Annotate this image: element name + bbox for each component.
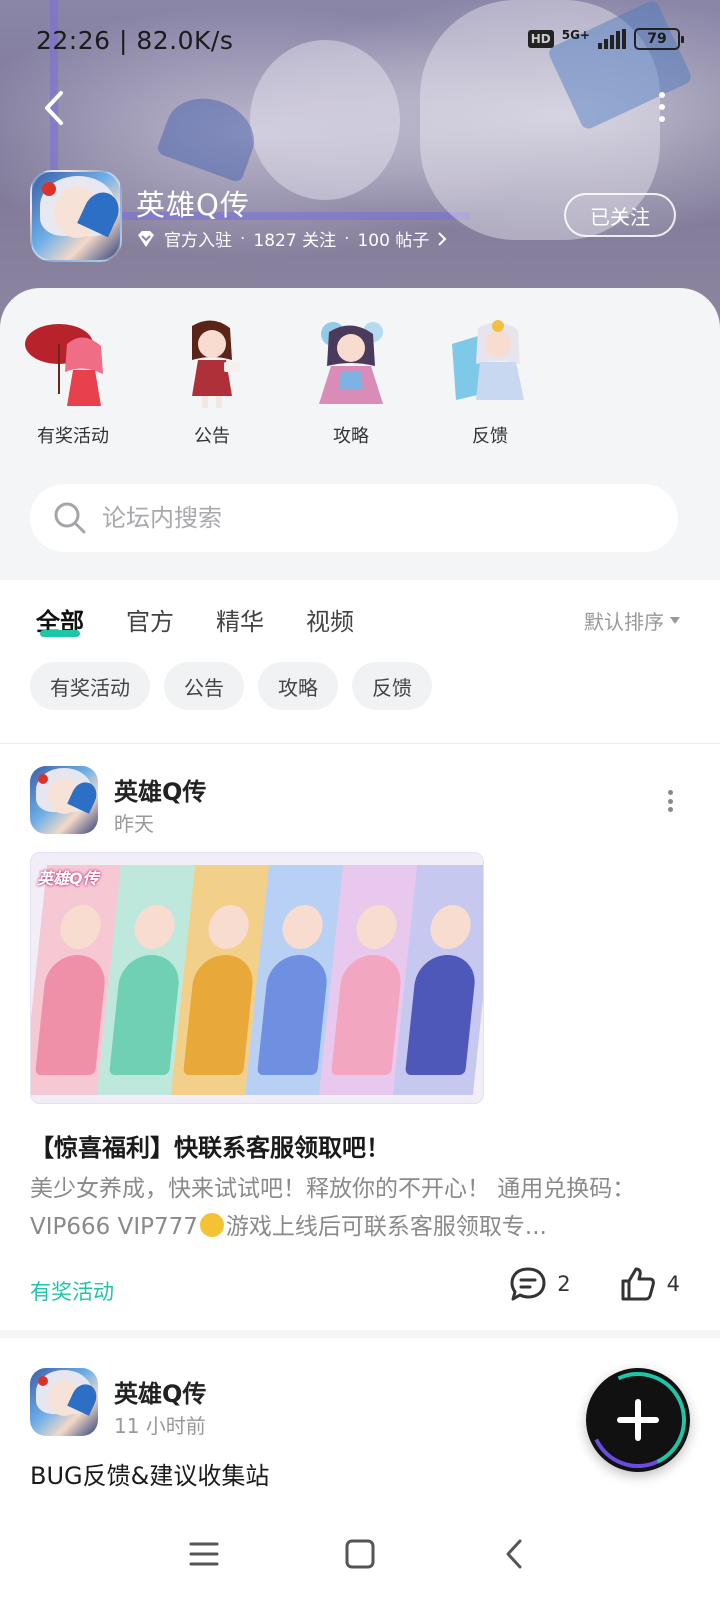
post-title[interactable]: 【惊喜福利】快联系客服领取吧！ <box>30 1128 390 1163</box>
rewards-character-icon <box>25 314 121 410</box>
post-avatar[interactable] <box>30 766 98 834</box>
chip-announcements[interactable]: 公告 <box>164 662 244 710</box>
home-square-icon <box>345 1539 375 1569</box>
quick-link-label: 有奖活动 <box>37 426 109 447</box>
verified-label: 官方入驻 <box>164 231 232 251</box>
menu-button[interactable] <box>184 1534 224 1574</box>
quick-link-guides[interactable]: 攻略 <box>296 314 406 448</box>
post-author[interactable]: 英雄Q传 <box>114 1374 206 1409</box>
post-more-button[interactable] <box>665 790 675 812</box>
post-time: 昨天 <box>114 812 154 836</box>
thumbs-up-icon <box>621 1267 655 1301</box>
verified-icon <box>138 230 154 247</box>
caret-down-icon <box>670 617 680 624</box>
network-label: 5G+ <box>561 28 590 42</box>
post-excerpt-text: 游戏上线后可联系客服领取专... <box>225 1214 547 1240</box>
quick-link-rewards[interactable]: 有奖活动 <box>18 314 128 448</box>
meta-separator: · <box>240 228 246 249</box>
chevron-left-icon <box>506 1539 522 1569</box>
game-meta[interactable]: 官方入驻 · 1827 关注 · 100 帖子 <box>136 226 447 251</box>
create-post-button[interactable] <box>586 1368 690 1472</box>
quick-link-announcements[interactable]: 公告 <box>157 314 267 448</box>
follow-button[interactable]: 已关注 <box>564 193 676 237</box>
comment-icon <box>510 1267 546 1301</box>
post-excerpt[interactable]: 美少女养成，快来试试吧！释放你的不开心！ 通用兑换码： VIP666 VIP77… <box>30 1170 680 1246</box>
chip-guides[interactable]: 攻略 <box>258 662 338 710</box>
post-stats: 2 4 <box>509 1266 680 1302</box>
chip-feedback[interactable]: 反馈 <box>352 662 432 710</box>
emoji-icon <box>199 1213 224 1237</box>
like-button[interactable]: 4 <box>619 1266 680 1302</box>
game-name: 英雄Q传 <box>136 188 250 222</box>
header-banner: 22:26 | 82.0K/s HD 5G+ 79 英雄Q传 官方入驻 · 18… <box>0 0 720 330</box>
search-bar[interactable] <box>30 484 678 552</box>
sort-dropdown[interactable]: 默认排序 <box>584 606 680 635</box>
followers-count: 1827 关注 <box>253 231 337 251</box>
post-image[interactable]: 英雄Q传 <box>30 852 484 1104</box>
battery-icon: 79 <box>634 28 684 50</box>
system-nav-bar <box>0 1500 720 1600</box>
system-back-button[interactable] <box>494 1534 534 1574</box>
tab-video[interactable]: 视频 <box>306 602 354 637</box>
quick-links-panel: 有奖活动 公告 攻略 反馈 论坛内搜索 <box>0 288 720 580</box>
announcements-character-icon <box>164 314 260 410</box>
quick-link-label: 攻略 <box>333 426 369 447</box>
search-icon <box>54 502 86 534</box>
home-button[interactable] <box>340 1534 380 1574</box>
quick-link-label: 公告 <box>194 426 230 447</box>
comment-button[interactable]: 2 <box>509 1266 571 1302</box>
meta-separator: · <box>344 228 350 249</box>
guides-character-icon <box>303 314 399 410</box>
post-avatar[interactable] <box>30 1368 98 1436</box>
signal-icon <box>598 29 626 49</box>
sort-label: 默认排序 <box>584 610 664 634</box>
content-tabs: 全部 官方 精华 视频 默认排序 <box>0 580 720 650</box>
tab-featured[interactable]: 精华 <box>216 602 264 637</box>
status-bar: 22:26 | 82.0K/s HD 5G+ 79 <box>0 0 720 80</box>
game-avatar[interactable] <box>30 170 122 262</box>
hd-icon: HD <box>527 30 554 48</box>
active-tab-indicator <box>40 630 80 637</box>
quick-link-label: 反馈 <box>472 426 508 447</box>
chevron-right-icon <box>438 231 447 246</box>
feedback-character-icon <box>442 314 538 410</box>
like-count: 4 <box>666 1272 680 1296</box>
plus-icon <box>617 1399 659 1441</box>
tab-official[interactable]: 官方 <box>126 602 174 637</box>
status-icons: HD 5G+ 79 <box>527 28 684 50</box>
posts-count: 100 帖子 <box>357 231 430 251</box>
post-tag[interactable]: 有奖活动 <box>30 1276 114 1306</box>
post-time: 11 小时前 <box>114 1414 206 1438</box>
status-time: 22:26 | 82.0K/s <box>36 26 234 55</box>
post-separator <box>0 1330 720 1338</box>
post-title[interactable]: BUG反馈&建议收集站 <box>30 1456 269 1491</box>
back-button[interactable] <box>34 86 74 130</box>
post-author[interactable]: 英雄Q传 <box>114 772 206 807</box>
comment-count: 2 <box>557 1272 571 1296</box>
menu-icon <box>189 1542 219 1566</box>
filter-chips: 有奖活动 公告 攻略 反馈 <box>30 662 432 710</box>
chevron-left-icon <box>45 91 63 125</box>
divider <box>0 743 720 744</box>
more-options-button[interactable] <box>654 92 670 122</box>
quick-link-feedback[interactable]: 反馈 <box>435 314 545 448</box>
search-input[interactable] <box>102 504 622 532</box>
post-image-title: 英雄Q传 <box>37 869 99 888</box>
chip-rewards[interactable]: 有奖活动 <box>30 662 150 710</box>
